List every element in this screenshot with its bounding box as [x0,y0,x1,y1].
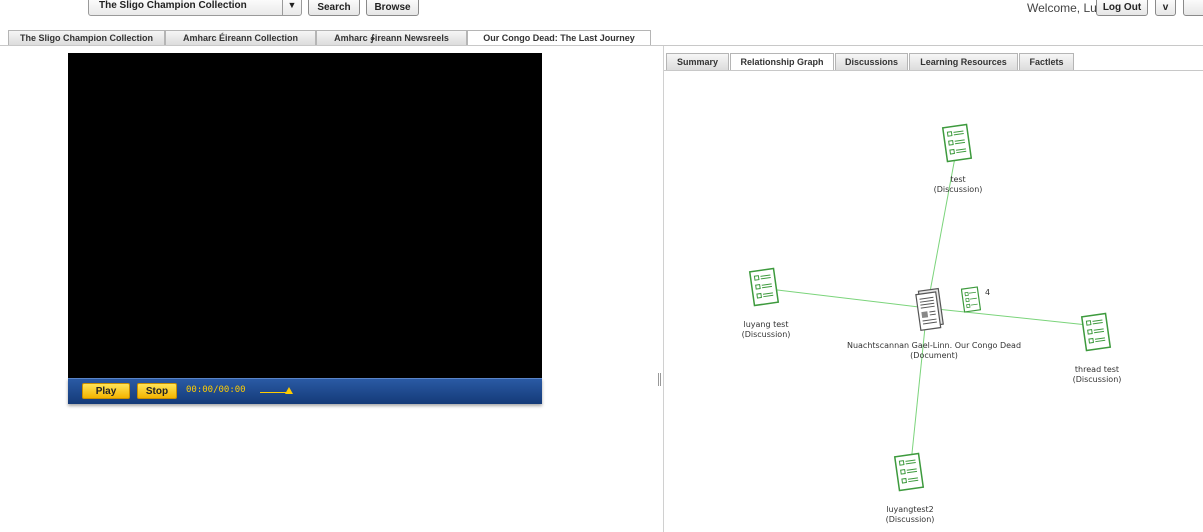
node-name: luyangtest2 [886,505,934,514]
browse-button[interactable]: Browse [366,0,419,16]
discussion-document-icon[interactable] [893,451,925,493]
node-type: (Discussion) [933,185,983,194]
tab-factlets[interactable]: Factlets [1019,53,1074,70]
relationship-graph: test (Discussion) luyang test (Discussio… [664,71,1203,532]
play-button[interactable]: Play [82,383,130,399]
node-label-luyang-test[interactable]: luyang test (Discussion) [726,320,806,340]
tab-our-congo-dead[interactable]: Our Congo Dead: The Last Journey [467,30,651,46]
volume-slider-handle[interactable] [285,387,293,394]
node-name: thread test [1074,365,1120,374]
tab-amharc-eireann-newsreels[interactable]: Amharc ∲ireann Newsreels [316,30,467,45]
top-bar: The Sligo Champion Collection ▼ Search B… [0,0,1203,28]
count-badge: 4 [985,288,991,297]
search-button[interactable]: Search [308,0,360,16]
video-player[interactable] [68,53,542,403]
tab-learning-resources[interactable]: Learning Resources [909,53,1018,70]
collection-select-value: The Sligo Champion Collection [99,0,247,11]
node-name: luyang test [743,320,789,329]
discussion-document-icon[interactable] [961,286,981,314]
node-type: (Discussion) [1072,375,1122,384]
node-type: (Discussion) [885,515,935,524]
edge-luyang-test [768,288,928,309]
node-name: Nuachtscannan Gael-Linn. Our Congo Dead [846,341,1022,350]
tab-summary[interactable]: Summary [666,53,729,70]
tab-discussions[interactable]: Discussions [835,53,908,70]
stop-button[interactable]: Stop [137,383,177,399]
node-label-thread-test[interactable]: thread test (Discussion) [1057,365,1137,385]
discussion-document-icon[interactable] [1080,311,1112,353]
logout-button[interactable]: Log Out [1096,0,1148,16]
tab-divider [0,45,1203,46]
extra-menu-button[interactable] [1183,0,1203,16]
pane-splitter[interactable] [658,373,661,386]
tab-amharc-eireann-collection[interactable]: Amharc Éireann Collection [165,30,316,45]
node-label-test[interactable]: test (Discussion) [918,175,998,195]
node-name: test [950,175,966,184]
discussion-document-icon[interactable] [748,266,780,308]
node-type: (Document) [910,351,958,360]
player-controls: Play Stop 00:00/00:00 [68,378,542,404]
document-icon[interactable] [914,285,944,333]
user-menu-chevron-icon[interactable]: v [1155,0,1176,16]
welcome-text: Welcome, Lu [1027,1,1097,15]
edge-thread-test [926,307,1098,327]
tab-sligo-champion[interactable]: The Sligo Champion Collection [8,30,165,45]
tab-relationship-graph[interactable]: Relationship Graph [730,53,834,71]
discussion-document-icon[interactable] [941,122,973,164]
node-label-center-document[interactable]: Nuachtscannan Gael-Linn. Our Congo Dead … [834,341,1034,361]
timecode: 00:00/00:00 [186,385,246,395]
collection-select[interactable]: The Sligo Champion Collection ▼ [88,0,302,16]
node-label-luyangtest2[interactable]: luyangtest2 (Discussion) [870,505,950,525]
chevron-down-icon[interactable]: ▼ [282,0,301,15]
node-type: (Discussion) [741,330,791,339]
